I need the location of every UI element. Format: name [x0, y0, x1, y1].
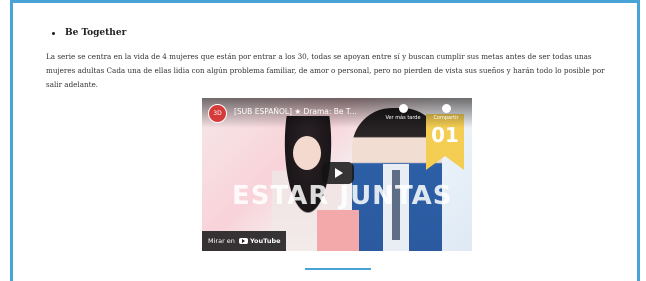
share-icon: [441, 104, 451, 113]
youtube-play-icon: [238, 238, 248, 244]
watch-later-label: Ver más tarde: [385, 115, 421, 121]
youtube-logo: YouTube: [238, 237, 281, 245]
play-button-icon[interactable]: [322, 162, 354, 184]
bullet-dot: [52, 31, 55, 35]
youtube-wordmark: YouTube: [249, 237, 281, 245]
watch-on-label: Mirar en: [208, 237, 235, 245]
clock-icon: [398, 104, 408, 113]
article-content: Be Together La serie se centra en la vid…: [46, 28, 626, 92]
section-heading: Be Together: [52, 28, 626, 38]
description-paragraph: La serie se centra en la vida de 4 mujer…: [46, 52, 605, 89]
video-title[interactable]: [SUB ESPAÑOL] ★ Drama: Be T...: [234, 107, 384, 116]
thumbnail-overlay-title: ESTAR JUNTAS: [232, 181, 453, 211]
heading-text: Be Together: [65, 28, 127, 38]
pink-gift-box: [317, 210, 359, 251]
actress-face: [293, 136, 321, 170]
section-divider: [305, 268, 371, 270]
channel-avatar-icon[interactable]: 3D: [208, 104, 227, 123]
watch-on-youtube-button[interactable]: Mirar en YouTube: [202, 231, 286, 251]
youtube-video-embed[interactable]: 01 ESTAR JUNTAS 3D [SUB ESPAÑOL] ★ Drama…: [202, 98, 472, 251]
share-button[interactable]: Compartir: [426, 104, 466, 121]
watch-later-button[interactable]: Ver más tarde: [383, 104, 423, 121]
share-label: Compartir: [433, 115, 459, 121]
